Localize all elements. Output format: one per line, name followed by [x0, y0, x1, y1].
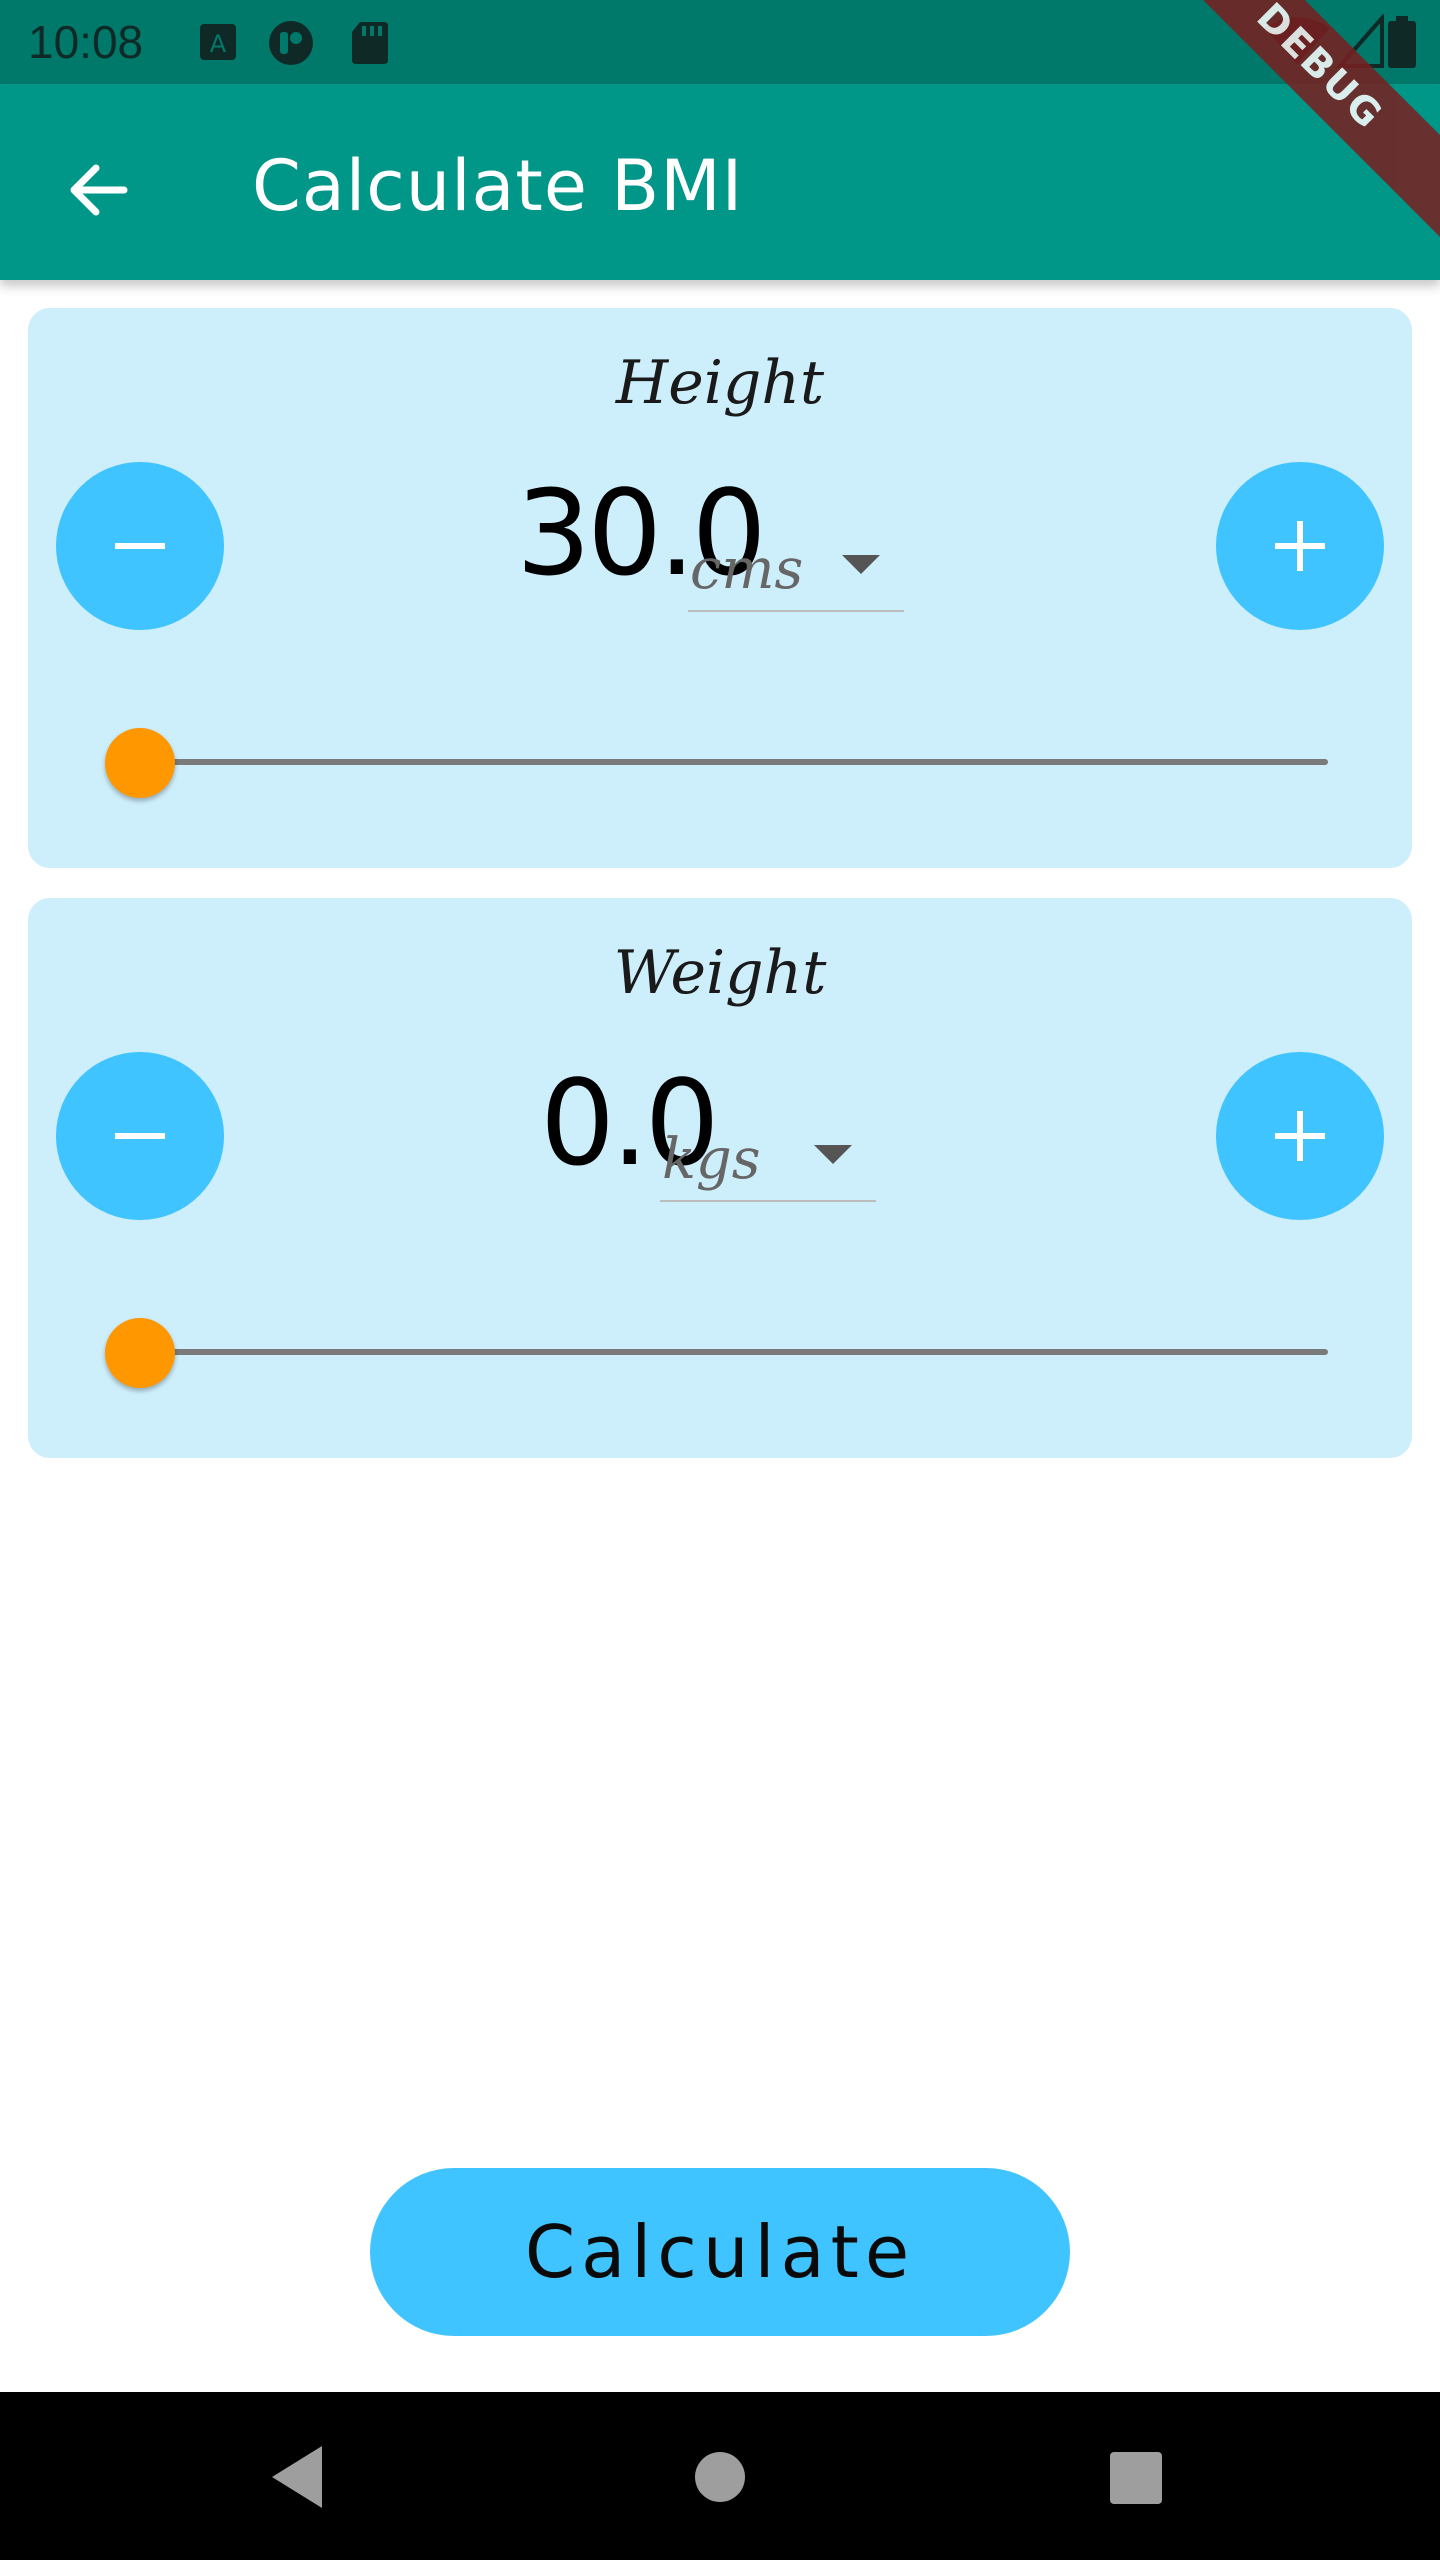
weight-card: Weight 0.0 kgs [28, 898, 1412, 1458]
battery-icon [1388, 16, 1416, 68]
height-value-row: 30.0 cms [28, 448, 1412, 648]
calculate-button[interactable]: Calculate [370, 2168, 1070, 2336]
slider-track [140, 1349, 1328, 1355]
plus-icon [1275, 521, 1325, 571]
weight-unit-label: kgs [662, 1127, 761, 1192]
system-nav-bar [0, 2392, 1440, 2560]
height-slider[interactable] [105, 728, 1328, 798]
nav-recents-icon[interactable] [1090, 2432, 1180, 2522]
svg-text:A: A [210, 30, 227, 58]
height-increment-button[interactable] [1216, 462, 1384, 630]
weight-label: Weight [613, 938, 827, 1008]
status-time: 10:08 [28, 16, 144, 68]
keyboard-notification-icon: A [200, 24, 236, 60]
plus-icon [1275, 1111, 1325, 1161]
weight-unit-dropdown[interactable]: kgs [660, 1090, 876, 1202]
slider-thumb[interactable] [105, 728, 175, 798]
weight-increment-button[interactable] [1216, 1052, 1384, 1220]
weight-value-row: 0.0 kgs [28, 1038, 1412, 1238]
app-notification-icon [269, 21, 313, 65]
page-title: Calculate BMI [252, 145, 744, 227]
height-unit-label: cms [690, 537, 804, 602]
sd-card-icon [352, 22, 388, 64]
height-unit-dropdown[interactable]: cms [688, 500, 904, 612]
height-card: Height 30.0 cms [28, 308, 1412, 868]
nav-back-icon[interactable] [258, 2432, 348, 2522]
slider-thumb[interactable] [105, 1318, 175, 1388]
app-bar: Calculate BMI [0, 84, 1440, 280]
back-arrow-icon[interactable] [50, 142, 146, 238]
nav-home-icon[interactable] [675, 2432, 765, 2522]
weight-slider[interactable] [105, 1318, 1328, 1388]
slider-track [140, 759, 1328, 765]
caret-down-icon [842, 555, 880, 574]
caret-down-icon [814, 1145, 852, 1164]
height-label: Height [615, 348, 825, 418]
